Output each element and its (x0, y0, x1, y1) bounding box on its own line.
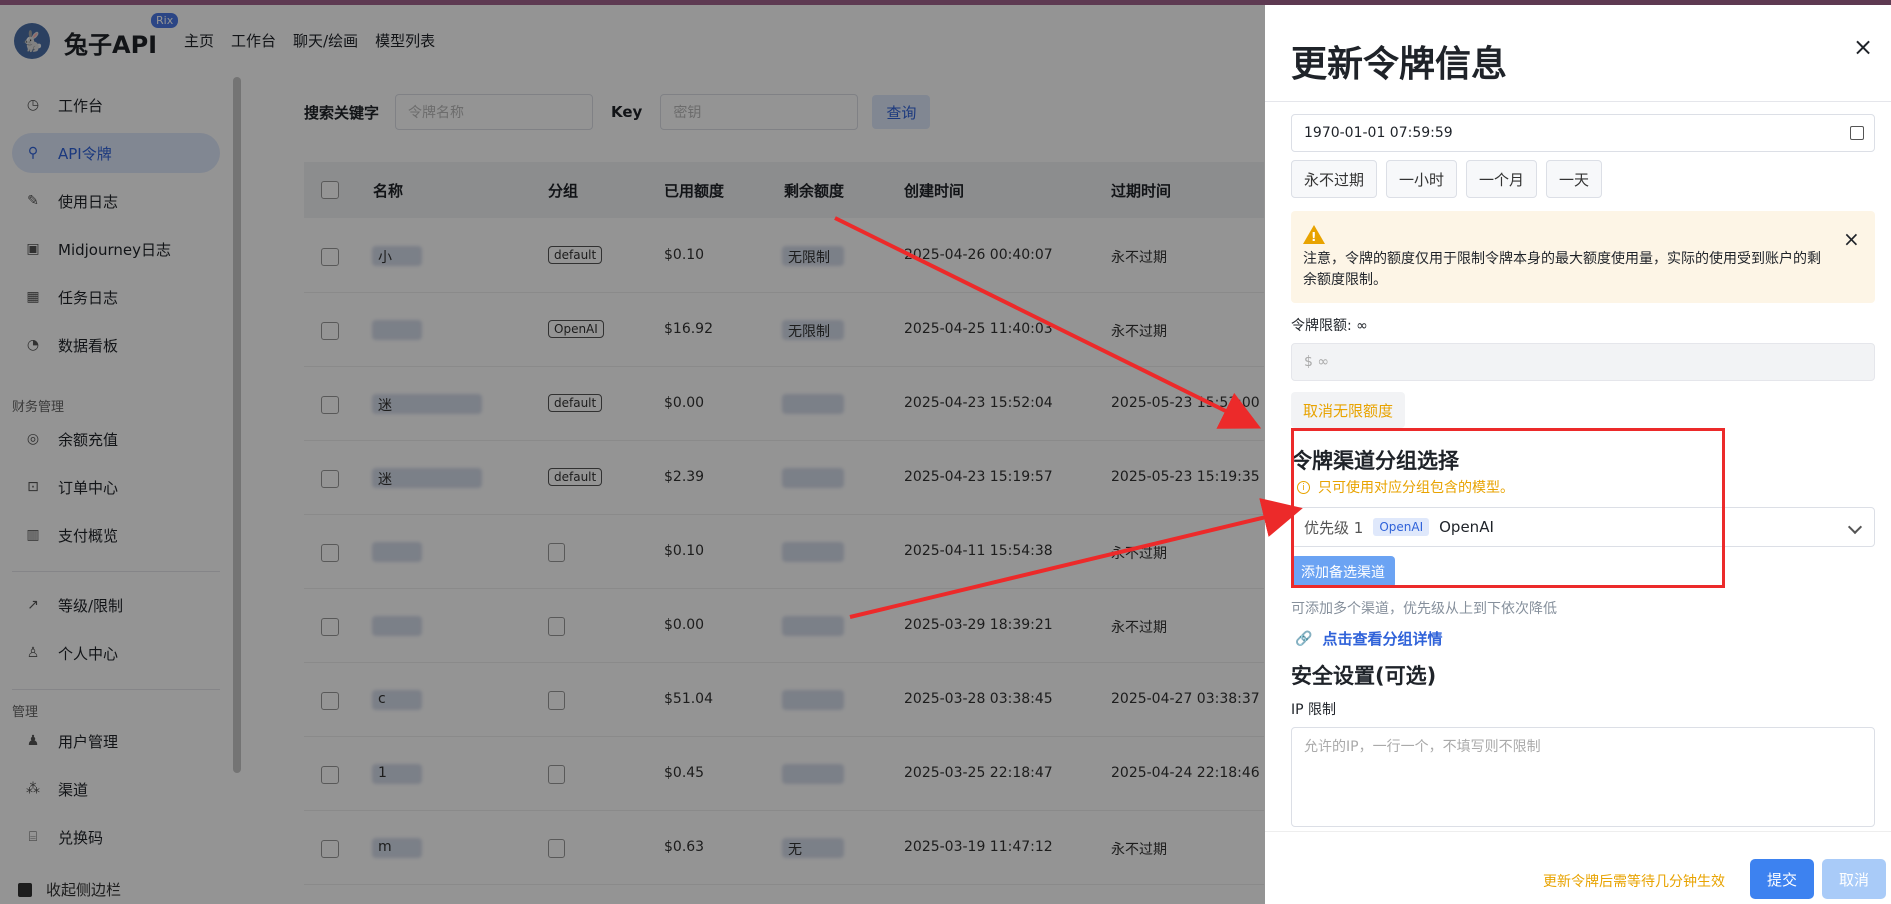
close-warning-icon[interactable]: × (1843, 227, 1860, 251)
link-icon: 🔗 (1295, 630, 1313, 647)
add-channel-hint: 可添加多个渠道，优先级从上到下依次降低 (1291, 601, 1557, 617)
cancel-button[interactable]: 取消 (1822, 859, 1886, 899)
ip-limit-textarea[interactable]: 允许的IP，一行一个，不填写则不限制 (1291, 727, 1875, 827)
expire-date-value: 1970-01-01 07:59:59 (1304, 125, 1453, 141)
submit-button[interactable]: 提交 (1750, 859, 1814, 899)
ip-limit-label: IP 限制 (1291, 702, 1337, 718)
close-icon[interactable]: × (1853, 33, 1873, 61)
footer-note: 更新令牌后需等待几分钟生效 (1543, 874, 1725, 890)
group-detail-link[interactable]: 🔗 点击查看分组详情 (1295, 628, 1442, 649)
quota-warning-banner: ! 注意，令牌的额度仅用于限制令牌本身的最大额度使用量，实际的使用受到账户的剩余… (1291, 211, 1875, 303)
cancel-unlimited-button[interactable]: 取消无限额度 (1291, 392, 1406, 428)
warning-icon-mark: ! (1311, 230, 1317, 244)
calendar-icon[interactable] (1850, 126, 1864, 140)
annotation-highlight-box (1291, 428, 1725, 588)
never-expire-button[interactable]: 永不过期 (1291, 160, 1378, 198)
token-limit-label: 令牌限额: ∞ (1291, 318, 1368, 334)
group-detail-link-text: 点击查看分组详情 (1322, 630, 1443, 648)
one-day-button[interactable]: 一天 (1546, 160, 1603, 198)
warning-icon: ! (1303, 225, 1325, 244)
modal-overlay[interactable] (0, 5, 1265, 904)
one-hour-button[interactable]: 一小时 (1386, 160, 1458, 198)
one-month-button[interactable]: 一个月 (1466, 160, 1538, 198)
drawer-title: 更新令牌信息 (1291, 44, 1508, 85)
security-settings-title: 安全设置(可选) (1291, 664, 1437, 688)
footer-divider (1265, 831, 1891, 832)
drawer-divider (1265, 101, 1891, 102)
expire-date-input[interactable]: 1970-01-01 07:59:59 (1291, 114, 1875, 152)
warning-text: 注意，令牌的额度仅用于限制令牌本身的最大额度使用量，实际的使用受到账户的剩余额度… (1303, 251, 1821, 288)
chevron-down-icon (1847, 519, 1863, 535)
token-limit-input[interactable]: $ ∞ (1291, 343, 1875, 381)
